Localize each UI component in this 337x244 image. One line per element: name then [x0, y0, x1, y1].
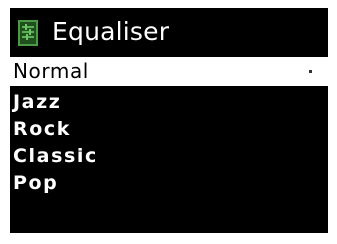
equaliser-menu: Normal Jazz Rock Classic Pop [10, 57, 328, 197]
page-title: Equaliser [52, 17, 170, 46]
equaliser-icon [18, 20, 38, 46]
menu-item-label: Pop [13, 172, 59, 194]
menu-item-classic[interactable]: Classic [10, 143, 328, 170]
menu-item-label: Rock [13, 118, 71, 140]
display-screen: Equaliser Normal Jazz Rock Classic Pop [10, 8, 328, 233]
menu-item-jazz[interactable]: Jazz [10, 89, 328, 116]
title-bar: Equaliser [10, 14, 328, 52]
menu-item-label: Classic [13, 145, 98, 167]
menu-item-pop[interactable]: Pop [10, 170, 328, 197]
menu-item-label: Normal [13, 59, 89, 83]
menu-item-normal[interactable]: Normal [10, 57, 328, 86]
menu-item-label: Jazz [13, 91, 62, 113]
menu-item-rock[interactable]: Rock [10, 116, 328, 143]
selection-marker-icon [309, 70, 312, 73]
